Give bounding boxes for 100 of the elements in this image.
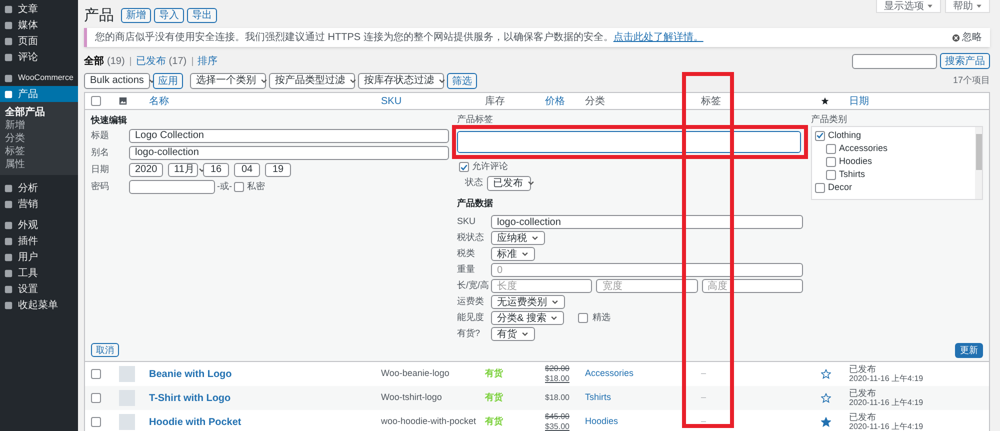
header-button[interactable]: 导出: [187, 8, 217, 22]
square-icon: [4, 236, 13, 246]
text-field[interactable]: Logo Collection: [129, 128, 449, 142]
dismiss-button[interactable]: 忽略: [952, 30, 982, 45]
search-button[interactable]: 搜索产品: [940, 53, 990, 69]
checkbox[interactable]: [459, 162, 469, 172]
select-dropdown[interactable]: Bulk actions: [84, 72, 150, 88]
text-field[interactable]: 长度: [491, 279, 592, 293]
checkbox[interactable]: [234, 182, 244, 192]
select-dropdown[interactable]: 按库存状态过滤: [358, 72, 444, 88]
checkbox[interactable]: [826, 156, 836, 166]
sidebar-menu-item[interactable]: WooCommerce: [0, 70, 78, 86]
notice-link[interactable]: 点击此处了解详情。: [613, 32, 704, 43]
sidebar-menu-item[interactable]: 产品: [0, 86, 78, 102]
submenu-item[interactable]: 属性: [0, 158, 78, 171]
column-header[interactable]: 价格: [545, 94, 565, 108]
text-field[interactable]: logo-collection: [491, 215, 803, 229]
select-dropdown[interactable]: 无运费类别: [491, 295, 565, 309]
text-field[interactable]: 19: [265, 162, 291, 176]
checkbox[interactable]: [815, 130, 825, 140]
text-field[interactable]: [129, 180, 215, 194]
filter-button[interactable]: 筛选: [447, 72, 477, 88]
select-dropdown[interactable]: 按产品类型过滤: [269, 72, 355, 88]
stock-status: 有货: [485, 415, 503, 428]
star-icon[interactable]: [821, 417, 831, 427]
select-dropdown[interactable]: 分类& 搜索: [491, 311, 564, 325]
text-field[interactable]: 高度: [702, 279, 803, 293]
section-title: 快速编辑: [91, 114, 128, 126]
column-header: 分类: [585, 94, 605, 108]
product-name-link[interactable]: T-Shirt with Logo: [149, 390, 231, 406]
sidebar-menu-item[interactable]: 收起菜单: [0, 297, 78, 313]
product-name-link[interactable]: Beanie with Logo: [149, 366, 232, 382]
text-field[interactable]: logo-collection: [129, 146, 449, 160]
sidebar-menu-item[interactable]: 工具: [0, 265, 78, 281]
submenu-item[interactable]: 新增: [0, 119, 78, 132]
checkbox-label: Hoodies: [839, 154, 872, 168]
cancel-button[interactable]: 取消: [91, 343, 119, 357]
select-dropdown[interactable]: 应纳税: [491, 231, 545, 245]
scrollbar[interactable]: [975, 127, 982, 199]
category-link[interactable]: Hoodies: [585, 415, 618, 429]
submenu-item[interactable]: 全部产品: [0, 106, 78, 119]
select-dropdown[interactable]: 选择一个类别: [190, 72, 266, 88]
sidebar-menu-item[interactable]: 分析: [0, 180, 78, 196]
sidebar-menu-item[interactable]: 评论: [0, 49, 78, 65]
sidebar-menu-item[interactable]: 营销: [0, 196, 78, 212]
text-field[interactable]: 16: [203, 162, 229, 176]
view-link[interactable]: 排序: [198, 54, 218, 69]
column-header[interactable]: 名称: [149, 94, 169, 108]
update-button[interactable]: 更新: [955, 343, 983, 358]
chevron-icon: [527, 179, 535, 187]
header-button[interactable]: 新增: [121, 8, 151, 22]
header-button[interactable]: 导入: [154, 8, 184, 22]
product-name-link[interactable]: Hoodie with Pocket: [149, 414, 242, 430]
submenu-item[interactable]: 标签: [0, 145, 78, 158]
image-icon: [119, 97, 127, 105]
submenu-item[interactable]: 分类: [0, 132, 78, 145]
checkbox[interactable]: [578, 313, 588, 323]
category-link[interactable]: Accessories: [585, 367, 634, 381]
checkbox[interactable]: [91, 369, 101, 379]
view-link[interactable]: 已发布 (17): [136, 54, 187, 69]
text-field[interactable]: 0: [491, 263, 803, 277]
checkbox[interactable]: [815, 182, 825, 192]
select-dropdown[interactable]: 有货: [491, 327, 535, 341]
checkbox[interactable]: [826, 170, 836, 180]
screen-tab[interactable]: 显示选项: [876, 0, 941, 13]
date-text: 2020-11-16 上午4:19: [849, 374, 924, 384]
apply-button[interactable]: 应用: [153, 72, 183, 88]
star-icon[interactable]: [821, 369, 831, 379]
sidebar-menu-item[interactable]: 页面: [0, 33, 78, 49]
checkbox[interactable]: [826, 144, 836, 154]
checkbox[interactable]: [91, 417, 101, 427]
text-field[interactable]: 04: [234, 162, 260, 176]
column-header[interactable]: SKU: [381, 94, 402, 108]
select-dropdown[interactable]: 标准: [491, 247, 535, 261]
star-icon[interactable]: [821, 393, 831, 403]
square-icon: [4, 184, 13, 192]
close-icon: [952, 34, 960, 42]
select-dropdown[interactable]: 已发布: [487, 176, 531, 190]
text-field[interactable]: [852, 54, 937, 68]
sidebar-menu-item[interactable]: 插件: [0, 233, 78, 249]
checkbox-label: Decor: [828, 180, 852, 194]
field-label: 密码: [91, 180, 110, 193]
sidebar-menu-item[interactable]: 用户: [0, 249, 78, 265]
sidebar-menu-item[interactable]: 设置: [0, 281, 78, 297]
checkbox[interactable]: [91, 96, 101, 106]
text-field[interactable]: 宽度: [596, 279, 698, 293]
view-link[interactable]: 全部 (19): [84, 54, 125, 69]
field-label: 产品类别: [811, 114, 848, 124]
text-field[interactable]: 2020: [129, 162, 163, 176]
column-header[interactable]: 日期: [849, 94, 869, 108]
checkbox[interactable]: [91, 393, 101, 403]
sidebar-menu-item[interactable]: 媒体: [0, 17, 78, 33]
column-header: 库存: [485, 94, 505, 108]
caret-icon: [927, 3, 933, 9]
chevron-icon: [438, 76, 446, 84]
category-link[interactable]: Tshirts: [585, 391, 612, 405]
sidebar-menu-item[interactable]: 外观: [0, 217, 78, 233]
tags-textarea[interactable]: [457, 131, 801, 153]
screen-tab[interactable]: 帮助: [945, 0, 990, 13]
sidebar-menu-item[interactable]: 文章: [0, 1, 78, 17]
